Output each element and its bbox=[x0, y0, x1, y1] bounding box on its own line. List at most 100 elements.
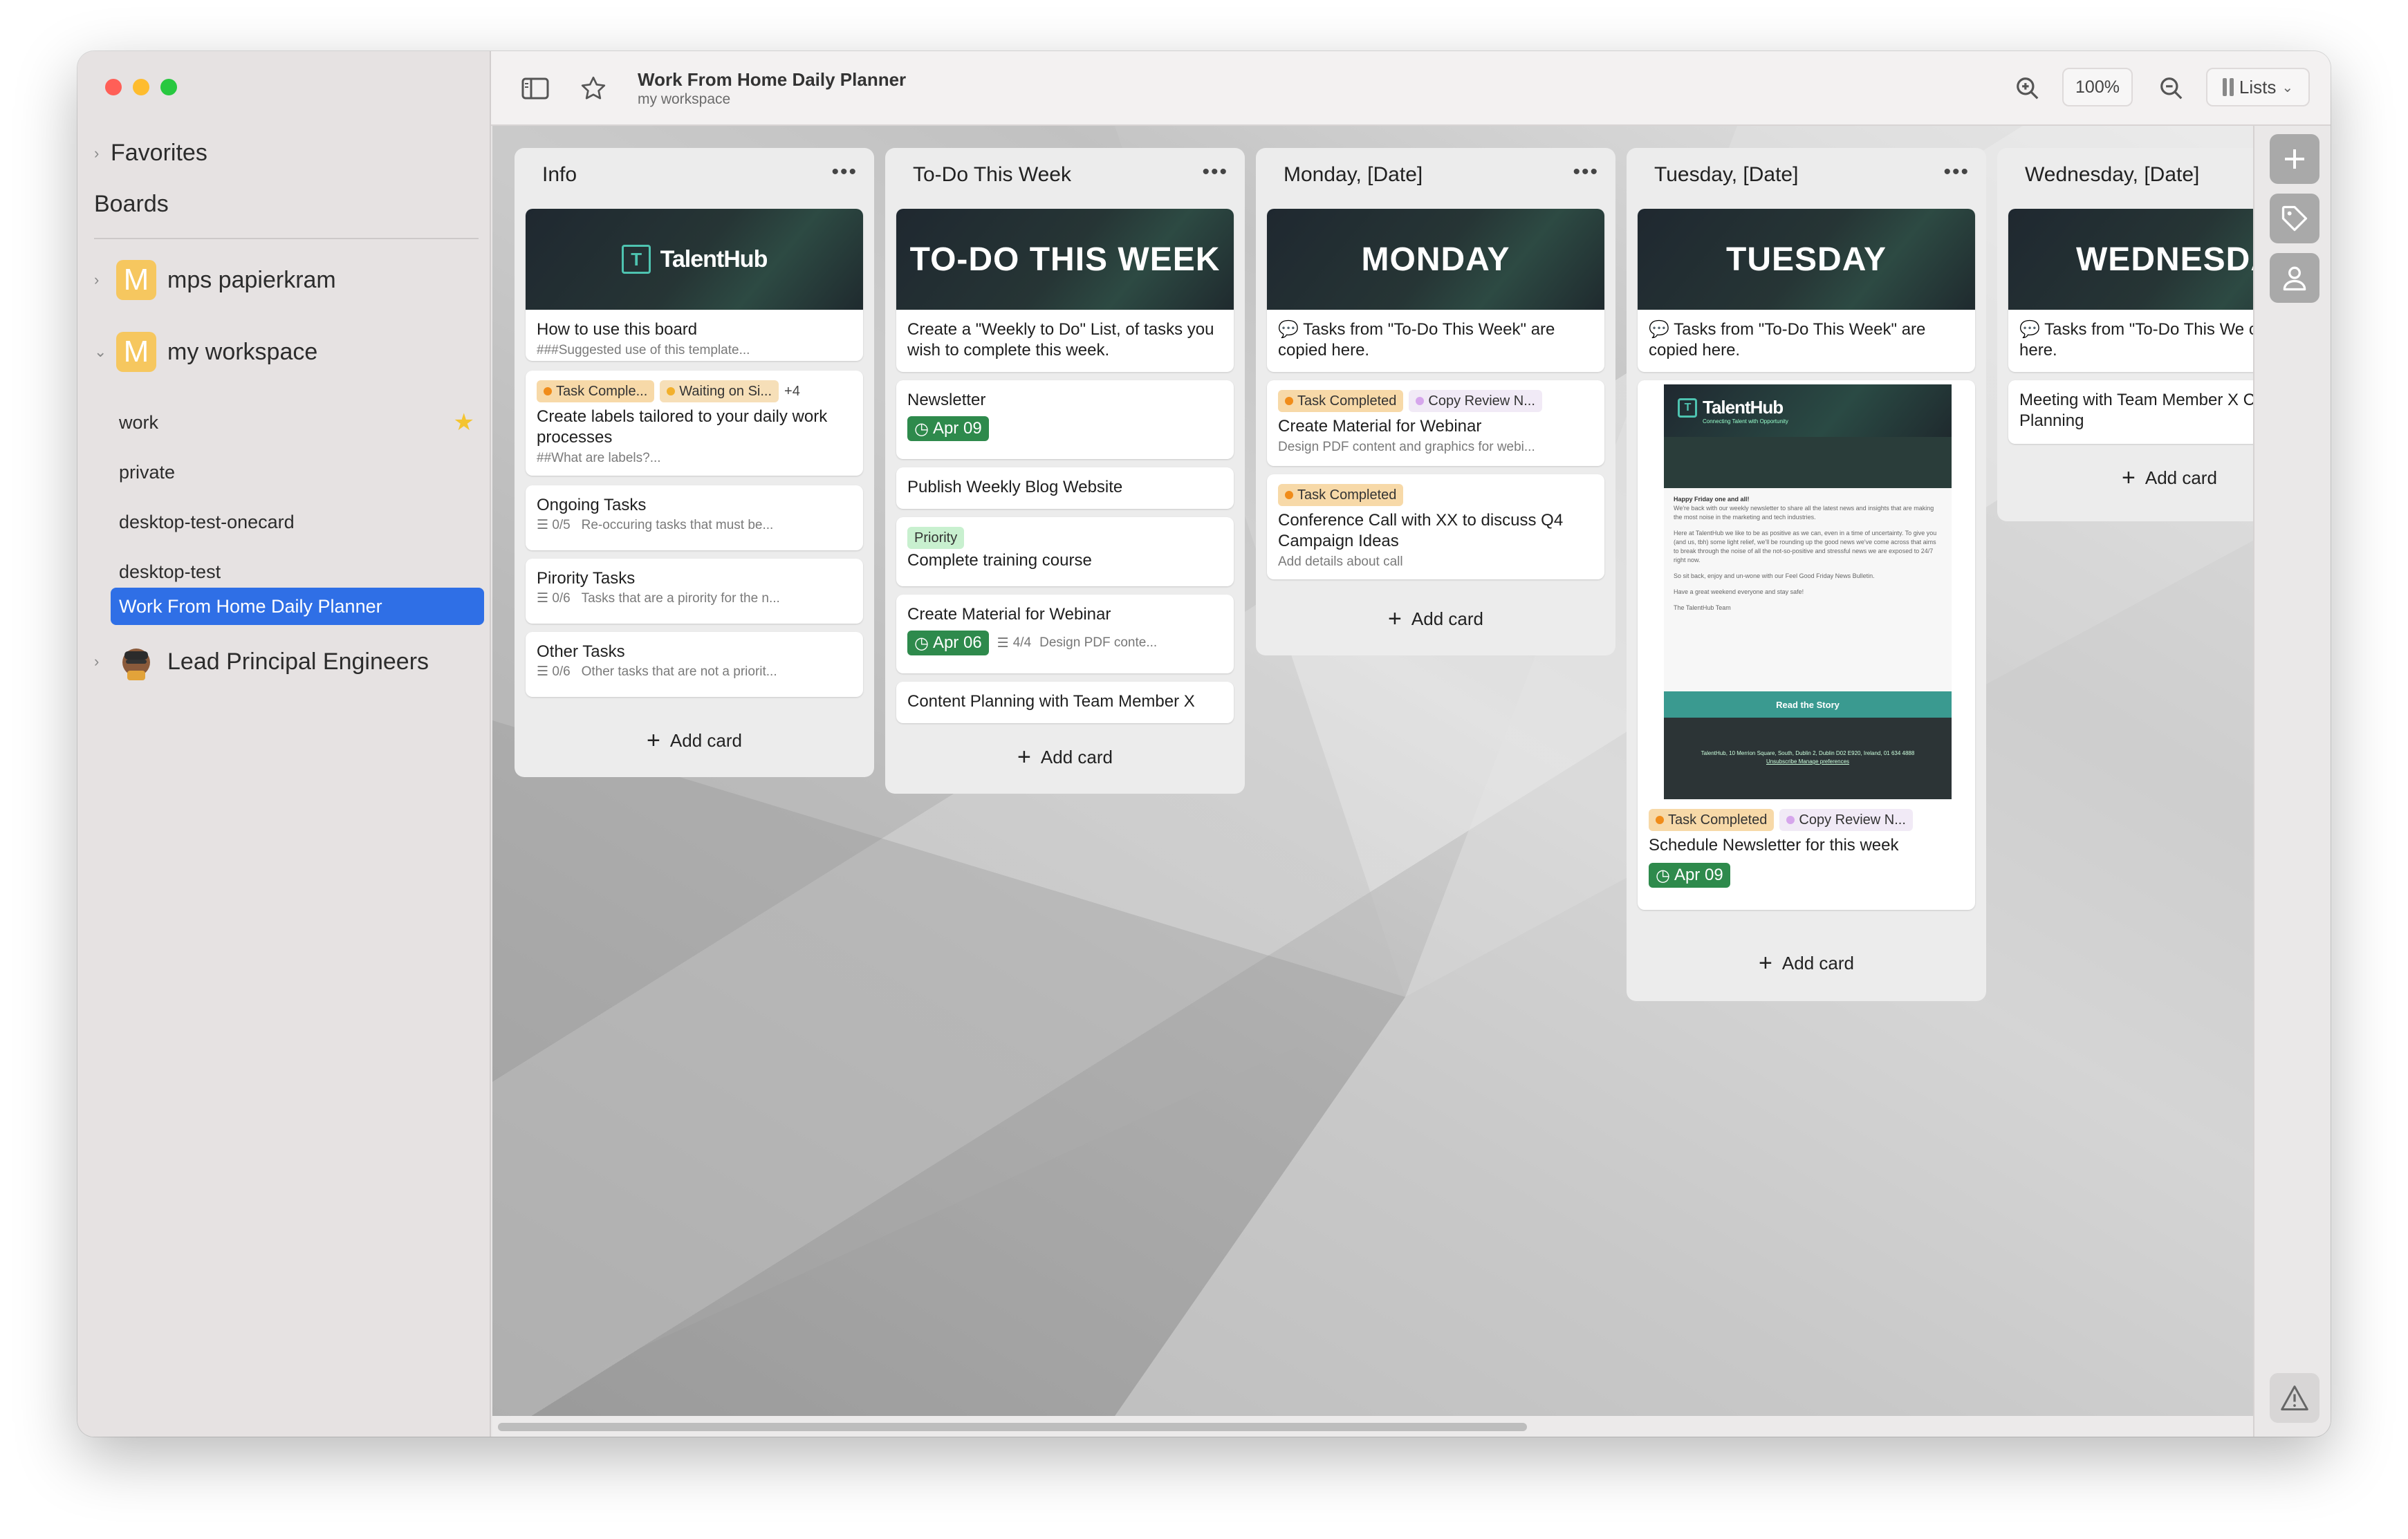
card-cover: TO-DO THIS WEEK bbox=[896, 209, 1234, 310]
card-description: Other tasks that are not a priorit... bbox=[581, 664, 777, 679]
label-task-completed: Task Completed bbox=[1649, 809, 1775, 831]
due-date-badge: ◷ Apr 06 bbox=[907, 631, 989, 655]
checklist-count: 0/5 bbox=[552, 518, 571, 532]
talenthub-logo: T TalentHub bbox=[621, 245, 768, 274]
card-tuesday-info[interactable]: TUESDAY 💬 Tasks from "To-Do This Week" a… bbox=[1638, 209, 1975, 372]
zoom-window-button[interactable] bbox=[160, 79, 177, 95]
card-title: Tasks from "To-Do This We copied here. bbox=[2019, 320, 2253, 360]
card-description: Add details about call bbox=[1278, 554, 1403, 569]
checklist-count: 0/6 bbox=[552, 664, 571, 679]
newsletter-tagline: Connecting Talent with Opportunity bbox=[1703, 418, 1788, 425]
zoom-in-icon[interactable] bbox=[2010, 71, 2046, 106]
more-horizontal-icon[interactable]: ••• bbox=[1202, 160, 1228, 184]
card-wednesday-info[interactable]: WEDNESDA 💬 Tasks from "To-Do This We cop… bbox=[2008, 209, 2253, 372]
card-schedule-newsletter[interactable]: T TalentHub Connecting Talent with Oppor… bbox=[1638, 380, 1975, 910]
card-cover: MONDAY bbox=[1267, 209, 1604, 310]
members-button[interactable] bbox=[2270, 253, 2319, 303]
more-horizontal-icon[interactable]: ••• bbox=[1943, 160, 1970, 184]
star-filled-icon[interactable]: ★ bbox=[454, 409, 474, 436]
scrollbar-thumb[interactable] bbox=[498, 1423, 1527, 1431]
list-todo-this-week: To-Do This Week ••• TO-DO THIS WEEK Crea… bbox=[885, 148, 1245, 794]
right-toolbar bbox=[2253, 126, 2331, 1437]
card-create-material[interactable]: Task Completed Copy Review N... Create M… bbox=[1267, 380, 1604, 466]
newsletter-paragraph: We're back with our weekly newsletter to… bbox=[1674, 505, 1934, 521]
sidebar-toggle-icon[interactable] bbox=[517, 71, 553, 106]
card-cover: TUESDAY bbox=[1638, 209, 1975, 310]
card-title: Tasks from "To-Do This Week" are copied … bbox=[1649, 320, 1926, 360]
workspace-name: mps papierkram bbox=[167, 266, 336, 293]
plus-icon bbox=[2285, 149, 2304, 169]
label-text: Task Completed bbox=[1297, 393, 1397, 409]
card-create-material[interactable]: Create Material for Webinar ◷ Apr 06 ☰ 4/4… bbox=[896, 595, 1234, 673]
favorites-section[interactable]: › Favorites bbox=[94, 140, 207, 167]
chevron-right-icon: › bbox=[94, 271, 100, 288]
list-tuesday: Tuesday, [Date] ••• TUESDAY 💬 Tasks from… bbox=[1627, 148, 1986, 1001]
zoom-level[interactable]: 100% bbox=[2062, 68, 2133, 106]
card-ongoing-tasks[interactable]: Ongoing Tasks ☰ 0/5 Re-occuring tasks th… bbox=[526, 485, 863, 550]
plus-icon: + bbox=[1759, 950, 1772, 976]
workspace-mps-papierkram[interactable]: › M mps papierkram bbox=[94, 260, 336, 300]
labels-button[interactable] bbox=[2270, 194, 2319, 243]
list-wednesday: Wednesday, [Date] WEDNESDA 💬 Tasks from … bbox=[1997, 148, 2253, 521]
warning-button[interactable] bbox=[2270, 1373, 2319, 1423]
card-description: ##What are labels?... bbox=[537, 451, 661, 465]
add-card-label: Add card bbox=[1411, 608, 1483, 629]
label-text: Copy Review N... bbox=[1799, 812, 1906, 828]
card-training-course[interactable]: Priority Complete training course bbox=[896, 517, 1234, 586]
minimize-window-button[interactable] bbox=[133, 79, 149, 95]
label-copy-review: Copy Review N... bbox=[1779, 809, 1913, 831]
newsletter-paragraph: Here at TalentHub we like to be as posit… bbox=[1674, 530, 1937, 563]
card-content-planning[interactable]: Content Planning with Team Member X bbox=[896, 682, 1234, 723]
card-title: Publish Weekly Blog Website bbox=[907, 478, 1123, 496]
add-card-button[interactable]: + Add card bbox=[885, 744, 1245, 771]
card-pirority-tasks[interactable]: Pirority Tasks ☰ 0/6 Tasks that are a pi… bbox=[526, 559, 863, 624]
star-outline-icon[interactable] bbox=[575, 71, 611, 106]
newsletter-links: Unsubscribe Manage preferences bbox=[1766, 758, 1850, 765]
workspace-lead-principal-engineers[interactable]: › Lead Principal Engineers bbox=[94, 642, 429, 682]
zoom-out-icon[interactable] bbox=[2154, 71, 2189, 106]
comment-icon: 💬 bbox=[2019, 320, 2040, 339]
more-horizontal-icon[interactable]: ••• bbox=[831, 160, 858, 184]
sidebar-item-desktop-test-onecard[interactable]: desktop-test-onecard bbox=[111, 503, 484, 541]
add-card-button[interactable]: + Add card bbox=[1997, 465, 2253, 492]
workspace-my-workspace[interactable]: ⌄ M my workspace bbox=[94, 332, 317, 372]
add-card-button[interactable]: + Add card bbox=[1627, 950, 1986, 977]
sidebar-item-label: desktop-test bbox=[119, 561, 221, 582]
clock-icon: ◷ bbox=[1656, 866, 1670, 885]
card-title: Create labels tailored to your daily wor… bbox=[537, 407, 828, 447]
sidebar-item-work[interactable]: work ★ bbox=[111, 404, 484, 441]
avatar bbox=[116, 642, 156, 682]
card-weekly-to-do[interactable]: TO-DO THIS WEEK Create a "Weekly to Do" … bbox=[896, 209, 1234, 372]
sidebar-item-work-from-home-daily-planner[interactable]: Work From Home Daily Planner bbox=[111, 588, 484, 625]
card-title: Tasks from "To-Do This Week" are copied … bbox=[1278, 320, 1555, 360]
card-publish-blog[interactable]: Publish Weekly Blog Website bbox=[896, 467, 1234, 509]
card-create-labels[interactable]: Task Comple... Waiting on Si... +4 Creat… bbox=[526, 371, 863, 476]
card-monday-info[interactable]: MONDAY 💬 Tasks from "To-Do This Week" ar… bbox=[1267, 209, 1604, 372]
card-newsletter[interactable]: Newsletter ◷ Apr 09 bbox=[896, 380, 1234, 459]
workspace-name: my workspace bbox=[167, 338, 318, 365]
add-list-button[interactable] bbox=[2270, 134, 2319, 184]
plus-icon: + bbox=[1388, 606, 1402, 632]
list-title: Info bbox=[542, 163, 577, 186]
view-mode-select[interactable]: Lists ⌄ bbox=[2206, 68, 2310, 106]
card-description: Design PDF content and graphics for webi… bbox=[1278, 440, 1535, 454]
add-card-button[interactable]: + Add card bbox=[1256, 606, 1615, 633]
card-conference-call[interactable]: Task Completed Conference Call with XX t… bbox=[1267, 474, 1604, 579]
card-other-tasks[interactable]: Other Tasks ☰ 0/6 Other tasks that are n… bbox=[526, 632, 863, 697]
more-labels-count: +4 bbox=[784, 383, 800, 399]
sidebar-item-desktop-test[interactable]: desktop-test bbox=[111, 553, 484, 590]
comment-icon: 💬 bbox=[1649, 320, 1669, 339]
workspace-name: Lead Principal Engineers bbox=[167, 648, 429, 675]
sidebar-item-private[interactable]: private bbox=[111, 454, 484, 491]
newsletter-paragraph: Have a great weekend everyone and stay s… bbox=[1674, 588, 1804, 595]
add-card-button[interactable]: + Add card bbox=[515, 727, 874, 754]
newsletter-signature: The TalentHub Team bbox=[1674, 604, 1731, 611]
more-horizontal-icon[interactable]: ••• bbox=[1573, 160, 1599, 184]
board-workspace: my workspace bbox=[638, 91, 731, 107]
close-window-button[interactable] bbox=[105, 79, 122, 95]
card-how-to-use[interactable]: T TalentHub How to use this board ###Sug… bbox=[526, 209, 863, 361]
list-title: Monday, [Date] bbox=[1284, 163, 1423, 186]
horizontal-scrollbar[interactable] bbox=[492, 1416, 2253, 1437]
newsletter-paragraph: So sit back, enjoy and un-wone with our … bbox=[1674, 572, 1875, 579]
card-meeting-team-member[interactable]: Meeting with Team Member X Content Plann… bbox=[2008, 380, 2253, 444]
